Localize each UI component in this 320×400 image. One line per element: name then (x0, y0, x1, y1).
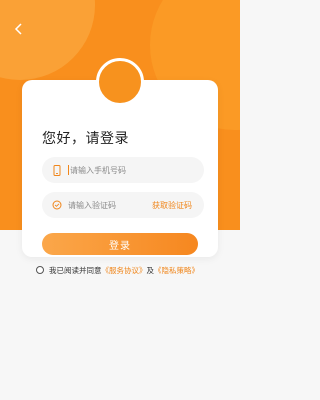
page-title: 您好，请登录 (42, 131, 129, 147)
avatar (96, 58, 144, 106)
agreement-row: 我已阅读并同意 《服务协议》 及 《隐私策略》 (36, 263, 199, 277)
get-code-button[interactable]: 获取验证码 (152, 200, 192, 211)
phone-input[interactable] (70, 161, 150, 179)
decor-circle-left (0, 0, 95, 80)
text-cursor (68, 165, 69, 175)
shield-icon (46, 192, 68, 218)
service-agreement-link[interactable]: 《服务协议》 (102, 265, 147, 276)
chevron-left-icon (14, 23, 22, 35)
back-button[interactable] (8, 18, 30, 40)
agreement-checkbox[interactable] (36, 266, 44, 274)
code-input[interactable] (68, 196, 148, 214)
agreement-prefix: 我已阅读并同意 (49, 265, 102, 275)
phone-field[interactable] (42, 157, 204, 183)
code-field[interactable]: 获取验证码 (42, 192, 204, 218)
privacy-policy-link[interactable]: 《隐私策略》 (154, 265, 199, 276)
phone-icon (46, 157, 68, 183)
login-button[interactable]: 登录 (42, 233, 198, 255)
agreement-joiner: 及 (146, 265, 155, 275)
login-screen: 您好，请登录 获取验证码 登录 我已阅读并同意 《服务协议》 及 《隐私策略》 (0, 0, 240, 400)
